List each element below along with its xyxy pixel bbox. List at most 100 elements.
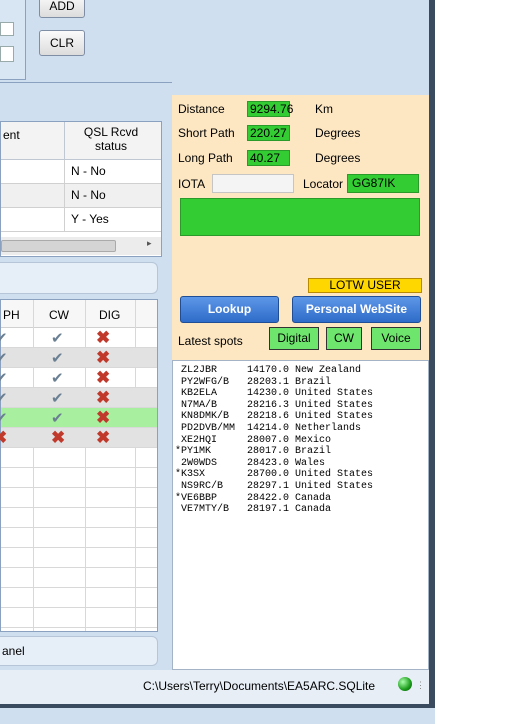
long-path-unit: Degrees [315,151,361,165]
cross-icon: ✖ [51,428,66,447]
spinner-up-icon[interactable] [0,22,14,36]
locator-field: GG87IK [347,174,419,193]
long-path-field: 40.27 [247,150,290,166]
top-left-group [0,0,26,80]
column-header-ph[interactable]: PH [3,308,20,322]
cross-icon: ✖ [96,348,111,367]
qsl-table[interactable]: ent QSL Rcvd status N - No N - No Y - Ye… [0,121,162,257]
add-button[interactable]: ADD [39,0,85,18]
panel-tab[interactable]: anel [0,636,158,666]
personal-website-button[interactable]: Personal WebSite [292,296,421,323]
panel-tab-label: anel [2,644,25,658]
check-icon: ✔ [0,390,8,407]
grid-row[interactable] [1,528,157,548]
spot-item[interactable]: ZL2JBR 14170.0 New Zealand [175,365,361,376]
check-icon: ✔ [51,410,64,427]
check-icon: ✔ [51,330,64,347]
table-row[interactable]: N - No [1,160,161,184]
lotw-badge: LOTW USER [308,278,422,293]
iota-label: IOTA [178,177,206,191]
grid-row[interactable]: ✖ ✖ ✖ [0,428,157,448]
spot-item[interactable]: PD2DVB/MM 14214.0 Netherlands [175,423,361,434]
grid-row[interactable]: ✔ ✔ ✖ [0,348,157,368]
short-path-label: Short Path [178,126,235,140]
info-panel: Distance 9294.76 Km Short Path 220.27 De… [172,95,429,360]
window-frame [0,704,437,708]
spot-item[interactable]: PY2WFG/B 28203.1 Brazil [175,377,331,388]
grid-row[interactable]: ✔ ✔ ✖ [0,368,157,388]
resize-grip-icon[interactable]: ⋮ [416,680,425,691]
check-icon: ✔ [0,350,8,367]
check-icon: ✔ [51,390,64,407]
column-header-qsl-rcvd[interactable]: QSL Rcvd status [71,125,151,153]
cross-icon: ✖ [96,408,111,427]
check-icon: ✔ [51,350,64,367]
iota-field[interactable] [212,174,294,193]
cross-icon: ✖ [96,388,111,407]
cross-icon: ✖ [96,428,111,447]
table-header: ent QSL Rcvd status [1,122,161,160]
scroll-right-icon[interactable]: ▸ [147,238,152,249]
digital-filter-button[interactable]: Digital [269,327,319,350]
distance-label: Distance [178,102,225,116]
spot-item[interactable]: XE2HQI 28007.0 Mexico [175,435,331,446]
cross-icon: ✖ [96,328,111,347]
horizontal-scrollbar[interactable]: ▸ [1,237,161,255]
spot-item[interactable]: KB2ELA 14230.0 United States [175,388,373,399]
column-header-cw[interactable]: CW [49,308,69,322]
spots-list[interactable]: ZL2JBR 14170.0 New Zealand PY2WFG/B 2820… [172,360,429,670]
column-header-dig[interactable]: DIG [99,308,120,322]
grid-row[interactable] [1,488,157,508]
spot-item[interactable]: *K3SX 28700.0 United States [175,469,373,480]
spot-item[interactable]: VE7MTY/B 28197.1 Canada [175,504,331,515]
table-row[interactable]: N - No [1,184,161,208]
short-path-field: 220.27 [247,125,290,141]
grid-row[interactable] [1,568,157,588]
grid-row[interactable] [1,508,157,528]
distance-unit: Km [315,102,333,116]
locator-label: Locator [303,177,344,191]
spinner-field[interactable] [0,46,14,62]
check-icon: ✔ [0,410,8,427]
tab-strip[interactable] [0,262,158,294]
grid-row[interactable]: ✔ ✔ ✖ [0,408,157,428]
check-icon: ✔ [0,370,8,387]
spot-item[interactable]: *PY1MK 28017.0 Brazil [175,446,331,457]
spot-item[interactable]: KN8DMK/B 28218.6 United States [175,411,373,422]
grid-row[interactable]: ✔ ✔ ✖ [0,328,157,348]
distance-field: 9294.76 [247,101,293,117]
grid-row[interactable] [1,448,157,468]
grid-row[interactable] [1,468,157,488]
voice-filter-button[interactable]: Voice [371,327,421,350]
background [435,0,511,724]
spot-item[interactable]: NS9RC/B 28297.1 United States [175,481,373,492]
qsl-status-cell: N - No [71,188,106,202]
cross-icon: ✖ [0,428,8,447]
column-header[interactable]: ent [3,128,20,142]
spot-item[interactable]: N7MA/B 28216.3 United States [175,400,373,411]
long-path-label: Long Path [178,151,233,165]
cw-filter-button[interactable]: CW [326,327,362,350]
short-path-unit: Degrees [315,126,361,140]
spot-item[interactable]: 2W0WDS 28423.0 Wales [175,458,325,469]
grid-row[interactable] [1,548,157,568]
grid-header: PH CW DIG [1,300,157,328]
info-banner [180,198,420,236]
check-icon: ✔ [0,330,8,347]
spot-item[interactable]: *VE6BBP 28422.0 Canada [175,493,331,504]
mode-grid[interactable]: PH CW DIG ✔ ✔ ✖ ✔ ✔ ✖ ✔ ✔ ✖ ✔ ✔ ✖ ✔ ✔ ✖ ✖ ✖ ✖ [0,299,158,632]
lookup-button[interactable]: Lookup [180,296,279,323]
database-path: C:\Users\Terry\Documents\EA5ARC.SQLite [143,679,376,693]
status-bar: C:\Users\Terry\Documents\EA5ARC.SQLite ⋮ [0,670,435,704]
clr-button[interactable]: CLR [39,30,85,56]
grid-row[interactable] [1,588,157,608]
latest-spots-label: Latest spots [178,334,243,348]
table-row[interactable]: Y - Yes [1,208,161,232]
grid-row[interactable]: ✔ ✔ ✖ [0,388,157,408]
scrollbar-thumb[interactable] [1,240,116,252]
grid-row[interactable] [1,608,157,628]
cross-icon: ✖ [96,368,111,387]
qsl-status-cell: N - No [71,164,106,178]
divider [0,82,172,83]
qsl-status-cell: Y - Yes [71,212,109,226]
